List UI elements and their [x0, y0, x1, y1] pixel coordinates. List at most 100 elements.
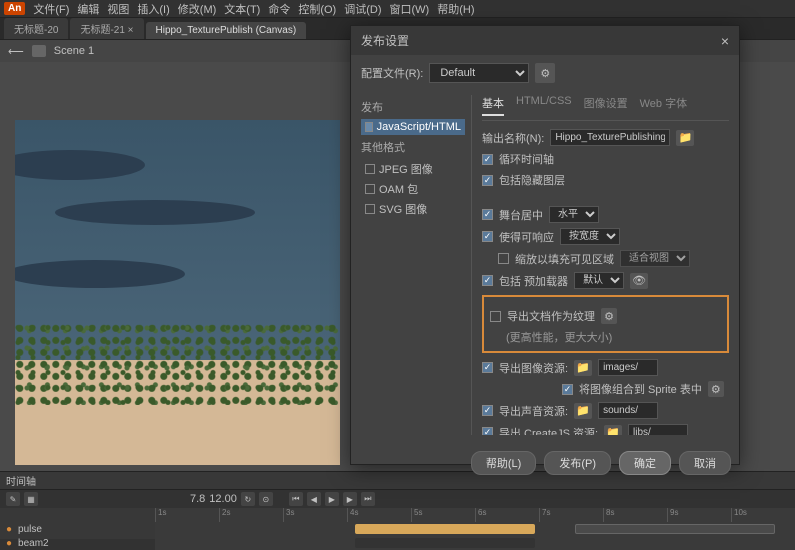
export-texture-highlight: 导出文档作为纹理⚙ (更高性能，更大大小) — [482, 295, 729, 353]
menu-bar: An 文件(F) 编辑 视图 插入(I) 修改(M) 文本(T) 命令 控制(O… — [0, 0, 795, 18]
checkbox-icon[interactable] — [365, 164, 375, 174]
scene-icon — [32, 45, 46, 57]
first-frame-icon[interactable]: ⏮ — [289, 492, 303, 506]
export-texture-label: 导出文档作为纹理 — [507, 308, 595, 324]
menu-debug[interactable]: 调试(D) — [344, 1, 381, 17]
close-icon[interactable]: × — [721, 33, 729, 49]
menu-edit[interactable]: 编辑 — [77, 1, 99, 17]
last-frame-icon[interactable]: ⏭ — [361, 492, 375, 506]
center-label: 舞台居中 — [499, 207, 543, 223]
fps-value: 12.00 — [209, 493, 237, 505]
dialog-buttons: 帮助(L) 发布(P) 确定 取消 — [351, 443, 739, 483]
dialog-titlebar[interactable]: 发布设置 × — [351, 26, 739, 55]
prev-frame-icon[interactable]: ◀ — [307, 492, 321, 506]
menu-view[interactable]: 视图 — [107, 1, 129, 17]
menu-command[interactable]: 命令 — [268, 1, 290, 17]
onion-icon[interactable]: ⊙ — [259, 492, 273, 506]
dialog-title-text: 发布设置 — [361, 32, 409, 49]
preloader-select[interactable]: 默认 — [574, 272, 624, 289]
loop-checkbox[interactable] — [482, 154, 493, 165]
tab-doc-2[interactable]: 无标题-21 × — [70, 18, 143, 39]
profile-label: 配置文件(R): — [361, 65, 423, 81]
sprite-label: 将图像组合到 Sprite 表中 — [579, 381, 702, 397]
folder-icon[interactable]: 📁 — [574, 403, 592, 419]
hidden-label: 包括隐藏图层 — [499, 172, 565, 188]
profile-select[interactable]: Default — [429, 63, 529, 83]
format-svg[interactable]: SVG 图像 — [361, 199, 465, 219]
timeline-tool-icon[interactable]: ▦ — [24, 492, 38, 506]
tab-doc-3[interactable]: Hippo_TexturePublish (Canvas) — [146, 22, 307, 39]
preloader-checkbox[interactable] — [482, 275, 493, 286]
format-javascript-html[interactable]: JavaScript/HTML — [361, 119, 465, 135]
export-texture-checkbox[interactable] — [490, 311, 501, 322]
scalefill-label: 缩放以填充可见区域 — [515, 251, 614, 267]
responsive-label: 使得可响应 — [499, 229, 554, 245]
checkbox-icon[interactable] — [365, 204, 375, 214]
menu-file[interactable]: 文件(F) — [33, 1, 69, 17]
settings-panel: 基本 HTML/CSS 图像设置 Web 字体 输出名称(N): 📁 循环时间轴… — [471, 95, 729, 435]
settings-subtabs: 基本 HTML/CSS 图像设置 Web 字体 — [482, 95, 729, 121]
cancel-button[interactable]: 取消 — [679, 451, 731, 475]
menu-help[interactable]: 帮助(H) — [437, 1, 474, 17]
center-select[interactable]: 水平 — [549, 206, 599, 223]
output-name-input[interactable] — [550, 129, 670, 146]
menu-modify[interactable]: 修改(M) — [178, 1, 217, 17]
menu-insert[interactable]: 插入(I) — [137, 1, 169, 17]
sprite-checkbox[interactable] — [562, 384, 573, 395]
subtab-basic[interactable]: 基本 — [482, 95, 504, 116]
output-name-label: 输出名称(N): — [482, 130, 544, 146]
help-button[interactable]: 帮助(L) — [471, 451, 536, 475]
app-logo: An — [4, 2, 25, 15]
scalefill-checkbox[interactable] — [498, 253, 509, 264]
export-createjs-label: 导出 CreateJS 资源: — [499, 425, 598, 436]
frame-value: 7.8 — [190, 493, 205, 505]
folder-icon[interactable]: 📁 — [574, 360, 592, 376]
checkbox-icon[interactable] — [365, 122, 373, 132]
ok-button[interactable]: 确定 — [619, 451, 671, 475]
menu-control[interactable]: 控制(O) — [298, 1, 336, 17]
gear-icon[interactable]: ⚙ — [535, 63, 555, 83]
timeline-tool-icon[interactable]: ✎ — [6, 492, 20, 506]
track-beam2[interactable] — [155, 536, 795, 550]
scene-label[interactable]: Scene 1 — [54, 45, 94, 57]
folder-icon[interactable]: 📁 — [676, 130, 694, 146]
menu-window[interactable]: 窗口(W) — [390, 1, 430, 17]
checkbox-icon[interactable] — [365, 184, 375, 194]
format-oam[interactable]: OAM 包 — [361, 179, 465, 199]
export-sound-checkbox[interactable] — [482, 405, 493, 416]
loop-icon[interactable]: ↻ — [241, 492, 255, 506]
timeline-ruler[interactable]: 1s2s3s4s5s6s7s8s9s10s — [155, 508, 795, 522]
export-createjs-checkbox[interactable] — [482, 427, 493, 435]
texture-gear-icon[interactable]: ⚙ — [601, 308, 617, 324]
play-icon[interactable]: ▶ — [325, 492, 339, 506]
publish-button[interactable]: 发布(P) — [544, 451, 611, 475]
publish-section-label: 发布 — [361, 99, 465, 115]
track-pulse[interactable] — [155, 522, 795, 536]
back-icon[interactable]: ⟵ — [8, 45, 24, 58]
responsive-select[interactable]: 按宽度 — [560, 228, 620, 245]
export-image-label: 导出图像资源: — [499, 360, 568, 376]
images-path-input[interactable] — [598, 359, 658, 376]
next-frame-icon[interactable]: ▶ — [343, 492, 357, 506]
format-list: 发布 JavaScript/HTML 其他格式 JPEG 图像 OAM 包 SV… — [361, 95, 471, 435]
sounds-path-input[interactable] — [598, 402, 658, 419]
subtab-web[interactable]: Web 字体 — [640, 95, 687, 116]
center-checkbox[interactable] — [482, 209, 493, 220]
preview-icon[interactable]: 👁 — [630, 273, 648, 289]
subtab-htmlcss[interactable]: HTML/CSS — [516, 95, 572, 116]
other-section-label: 其他格式 — [361, 139, 465, 155]
hidden-checkbox[interactable] — [482, 175, 493, 186]
subtab-image[interactable]: 图像设置 — [584, 95, 628, 116]
sprite-gear-icon[interactable]: ⚙ — [708, 381, 724, 397]
folder-icon[interactable]: 📁 — [604, 425, 622, 436]
export-sound-label: 导出声音资源: — [499, 403, 568, 419]
export-image-checkbox[interactable] — [482, 362, 493, 373]
libs-path-input[interactable] — [628, 424, 688, 435]
layer-pulse[interactable]: ●pulse — [0, 522, 155, 536]
stage-canvas[interactable] — [15, 120, 340, 465]
layer-beam2[interactable]: ●beam2 — [0, 536, 155, 550]
format-jpeg[interactable]: JPEG 图像 — [361, 159, 465, 179]
tab-doc-1[interactable]: 无标题-20 — [4, 18, 68, 39]
responsive-checkbox[interactable] — [482, 231, 493, 242]
menu-text[interactable]: 文本(T) — [224, 1, 260, 17]
